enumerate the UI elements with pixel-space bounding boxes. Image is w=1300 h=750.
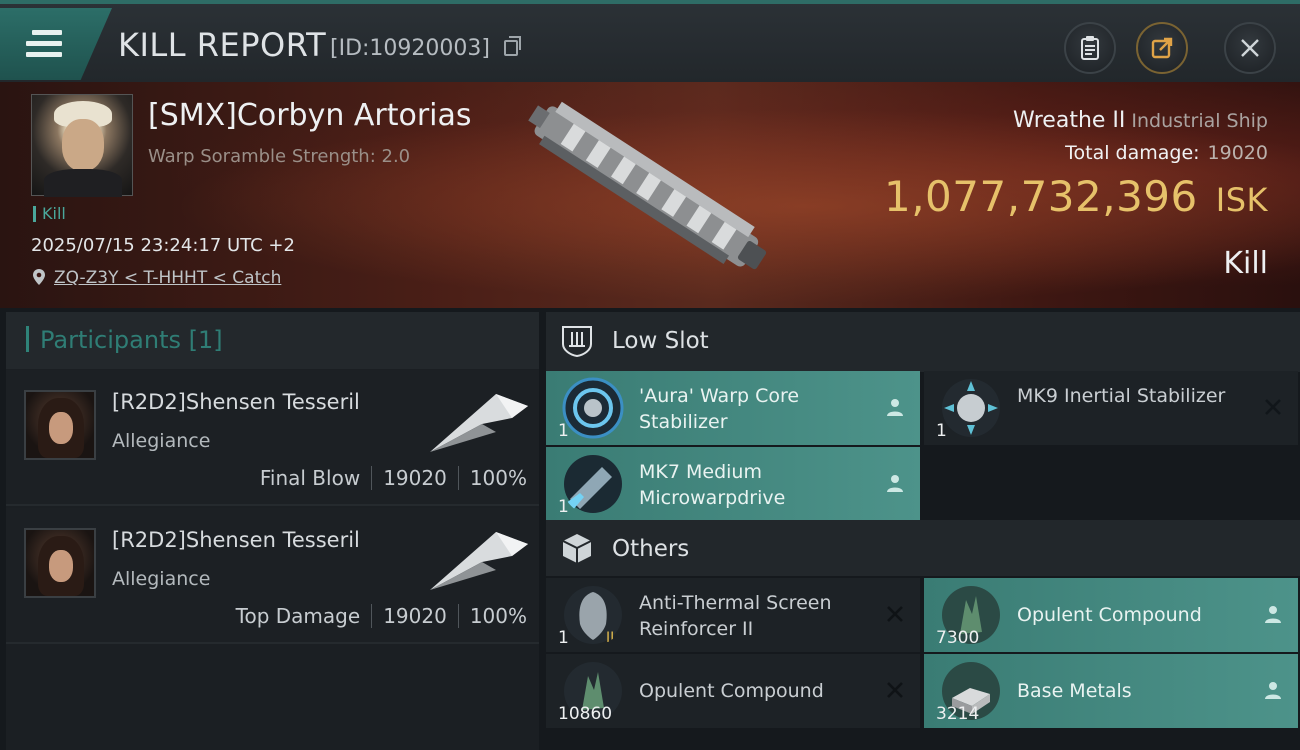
item-name: Opulent Compound xyxy=(639,680,824,702)
low-slot-header: Low Slot xyxy=(546,312,1300,372)
participant-stats: Final Blow 19020 100% xyxy=(260,466,527,490)
dropped-person-icon xyxy=(887,475,903,492)
share-button[interactable] xyxy=(1136,22,1188,74)
microwarpdrive-icon xyxy=(564,455,622,513)
participant-corp: Allegiance xyxy=(112,568,211,590)
participant-percent: 100% xyxy=(469,466,527,490)
participant-ship-icon xyxy=(430,532,528,590)
kill-tag: Kill xyxy=(33,206,66,222)
others-title: Others xyxy=(612,536,690,562)
item-quantity: 3214 xyxy=(936,704,980,724)
item-quantity: 1 xyxy=(558,421,569,441)
others-header: Others xyxy=(546,520,1300,576)
low-slot-title: Low Slot xyxy=(612,328,709,354)
item-slot[interactable]: II 1 Anti-Thermal Screen Reinforcer II xyxy=(546,578,920,652)
kill-timestamp: 2025/07/15 23:24:17 UTC +2 xyxy=(31,235,295,256)
close-button[interactable] xyxy=(1224,22,1276,74)
victim-ship-image xyxy=(528,101,767,270)
total-damage-value: 19020 xyxy=(1207,142,1268,164)
item-slot[interactable]: 1 'Aura' Warp Core Stabilizer xyxy=(546,371,920,445)
ship-info: Wreathe II Industrial Ship xyxy=(1013,108,1268,133)
dropped-person-icon xyxy=(1265,682,1281,699)
item-name: Opulent Compound xyxy=(1017,604,1202,626)
dropped-person-icon xyxy=(1265,606,1281,623)
item-name: MK9 Inertial Stabilizer xyxy=(1017,385,1226,407)
low-slot-icon xyxy=(562,326,592,358)
dropped-person-icon xyxy=(887,399,903,416)
participant-row[interactable]: [R2D2]Shensen Tesseril Allegiance Top Da… xyxy=(6,508,539,644)
warp-scramble-strength: Warp Soramble Strength: 2.0 xyxy=(148,146,411,167)
isk-unit: ISK xyxy=(1215,181,1268,219)
victim-name[interactable]: [SMX]Corbyn Artorias xyxy=(148,98,472,133)
participant-row[interactable]: [R2D2]Shensen Tesseril Allegiance Final … xyxy=(6,370,539,506)
result-label: Kill xyxy=(1223,246,1268,281)
report-id: [ID:10920003] xyxy=(330,36,490,61)
inertial-stabilizer-icon xyxy=(942,379,1000,437)
copy-id-icon[interactable] xyxy=(504,36,521,56)
item-name: Base Metals xyxy=(1017,680,1132,702)
participant-role: Final Blow xyxy=(259,466,361,490)
participant-damage: 19020 xyxy=(383,604,447,628)
item-name: 'Aura' Warp Core Stabilizer xyxy=(639,385,800,433)
destroyed-x-icon xyxy=(1265,399,1281,415)
item-slot[interactable]: 1 MK7 Medium Microwarpdrive xyxy=(546,447,920,521)
header-bar: KILL REPORT [ID:10920003] xyxy=(0,0,1300,82)
clipboard-icon xyxy=(1081,36,1099,60)
participant-stats: Top Damage 19020 100% xyxy=(236,604,527,628)
participant-name: [R2D2]Shensen Tesseril xyxy=(112,390,360,414)
svg-text:II: II xyxy=(606,630,614,646)
item-quantity: 7300 xyxy=(936,628,980,648)
ship-class: Industrial Ship xyxy=(1131,110,1268,132)
item-quantity: 1 xyxy=(558,628,569,648)
participant-avatar[interactable] xyxy=(24,528,96,598)
item-slot[interactable]: 1 MK9 Inertial Stabilizer xyxy=(924,371,1298,445)
item-name: MK7 Medium Microwarpdrive xyxy=(639,461,786,509)
item-quantity: 1 xyxy=(558,497,569,517)
victim-avatar[interactable] xyxy=(31,94,133,197)
screen-reinforcer-icon: II xyxy=(564,586,622,646)
item-slot[interactable]: 3214 Base Metals xyxy=(924,654,1298,728)
participants-header: Participants [1] xyxy=(6,312,539,369)
participant-name: [R2D2]Shensen Tesseril xyxy=(112,528,360,552)
participant-percent: 100% xyxy=(469,604,527,628)
menu-icon xyxy=(26,30,62,58)
item-quantity: 10860 xyxy=(558,704,613,724)
location-link[interactable]: ZQ-Z3Y < T-HHHT < Catch xyxy=(54,268,281,288)
close-icon xyxy=(1241,39,1259,57)
menu-button[interactable] xyxy=(0,8,112,80)
participant-role: Top Damage xyxy=(235,604,361,628)
total-damage-label: Total damage: xyxy=(1065,142,1200,164)
destroyed-x-icon xyxy=(887,682,903,698)
page-title: KILL REPORT xyxy=(118,26,327,64)
participants-title: Participants [1] xyxy=(40,326,223,354)
participant-ship-icon xyxy=(430,394,528,452)
participant-avatar[interactable] xyxy=(24,390,96,460)
item-slot[interactable]: 7300 Opulent Compound xyxy=(924,578,1298,652)
participant-corp: Allegiance xyxy=(112,430,211,452)
total-damage: Total damage: 19020 xyxy=(1065,142,1268,164)
participant-damage: 19020 xyxy=(383,466,447,490)
item-quantity: 1 xyxy=(936,421,947,441)
isk-value: 1,077,732,396 ISK xyxy=(884,172,1268,221)
warp-core-stabilizer-icon xyxy=(562,377,624,439)
item-name: Anti-Thermal Screen Reinforcer II xyxy=(639,592,832,640)
cargo-box-icon xyxy=(562,534,592,563)
item-slot[interactable]: 10860 Opulent Compound xyxy=(546,654,920,728)
share-icon xyxy=(1151,37,1173,59)
destroyed-x-icon xyxy=(887,606,903,622)
ship-name[interactable]: Wreathe II xyxy=(1013,108,1125,133)
location-pin-icon xyxy=(33,269,45,285)
isk-amount: 1,077,732,396 xyxy=(883,172,1198,221)
clipboard-button[interactable] xyxy=(1064,22,1116,74)
